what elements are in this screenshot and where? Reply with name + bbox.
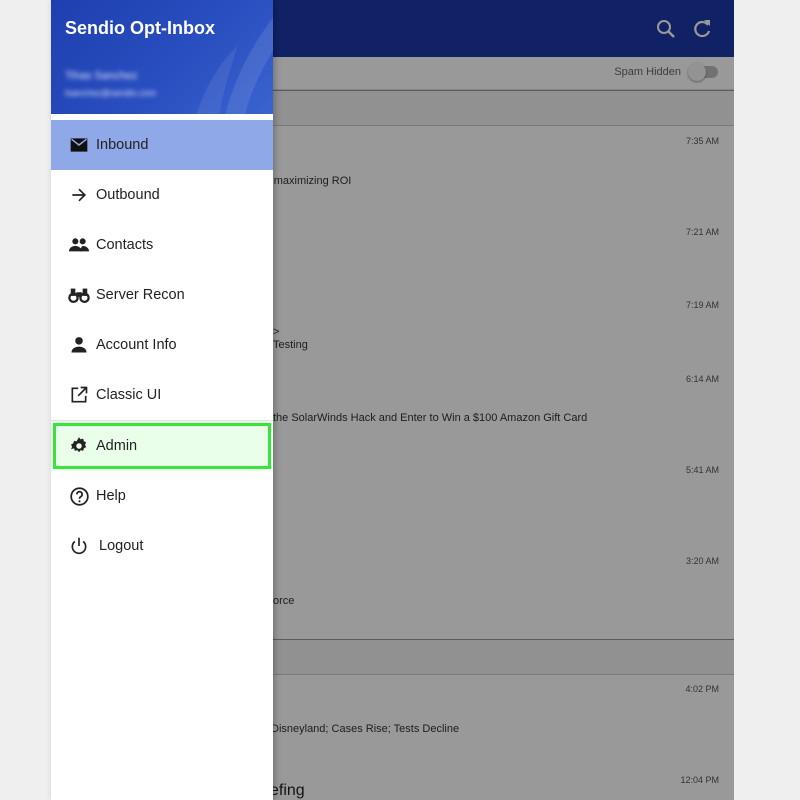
user-name: Tihas Sanchez [65, 70, 138, 82]
menu-item-account-info[interactable]: Account Info [51, 320, 273, 370]
binoculars-icon [68, 284, 90, 306]
menu-item-label: Server Recon [96, 287, 185, 303]
drawer-menu: Inbound Outbound Contacts Server Recon A [51, 120, 273, 571]
menu-item-logout[interactable]: Logout [51, 521, 273, 571]
mail-icon [68, 134, 90, 156]
menu-item-server-recon[interactable]: Server Recon [51, 270, 273, 320]
menu-item-label: Logout [99, 538, 144, 554]
menu-item-outbound[interactable]: Outbound [51, 170, 273, 220]
arrow-right-icon [68, 184, 90, 206]
menu-item-inbound[interactable]: Inbound [51, 120, 273, 170]
power-icon [68, 535, 90, 557]
menu-item-classic-ui[interactable]: Classic UI [51, 370, 273, 420]
menu-item-label: Admin [96, 438, 138, 454]
drawer-header: Sendio Opt-Inbox Tihas Sanchez tsanchez@… [51, 0, 273, 114]
menu-item-label: Help [96, 488, 126, 504]
app-title: Sendio Opt-Inbox [65, 18, 215, 38]
menu-item-help[interactable]: Help [51, 471, 273, 521]
gear-icon [68, 435, 90, 457]
navigation-drawer: Sendio Opt-Inbox Tihas Sanchez tsanchez@… [51, 0, 273, 800]
menu-item-label: Account Info [96, 337, 177, 353]
people-icon [68, 234, 90, 256]
menu-item-label: Inbound [96, 137, 149, 153]
menu-item-admin[interactable]: Admin [51, 421, 273, 471]
help-circle-icon [68, 485, 90, 507]
open-in-new-icon [68, 384, 90, 406]
menu-item-label: Contacts [96, 237, 154, 253]
person-icon [68, 334, 90, 356]
menu-item-label: Classic UI [96, 387, 162, 403]
menu-item-contacts[interactable]: Contacts [51, 220, 273, 270]
menu-item-label: Outbound [96, 187, 160, 203]
user-email: tsanchez@sendio.com [65, 88, 157, 98]
